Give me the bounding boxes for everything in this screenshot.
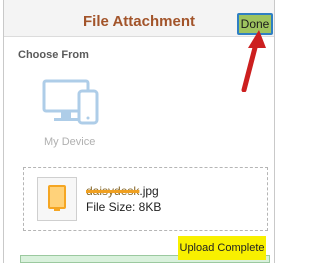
file-name: daisydesk.jpg: [86, 184, 159, 198]
panel-title: File Attachment: [83, 13, 195, 30]
file-size: File Size: 8KB: [86, 200, 162, 214]
my-device-label[interactable]: My Device: [44, 136, 95, 148]
attached-file-item: daisydesk.jpg File Size: 8KB: [23, 167, 268, 231]
device-icon[interactable]: [42, 77, 104, 134]
file-name-suffix: .jpg: [139, 184, 159, 198]
upload-status-badge: Upload Complete: [178, 236, 266, 260]
image-file-icon: [37, 177, 77, 221]
file-attachment-panel: File Attachment Done Choose From My Devi…: [3, 0, 275, 263]
panel-header: File Attachment: [4, 0, 274, 37]
choose-from-heading: Choose From: [18, 49, 89, 61]
annotation-arrow-icon: [236, 28, 266, 97]
file-name-redacted: daisydesk: [86, 184, 140, 198]
